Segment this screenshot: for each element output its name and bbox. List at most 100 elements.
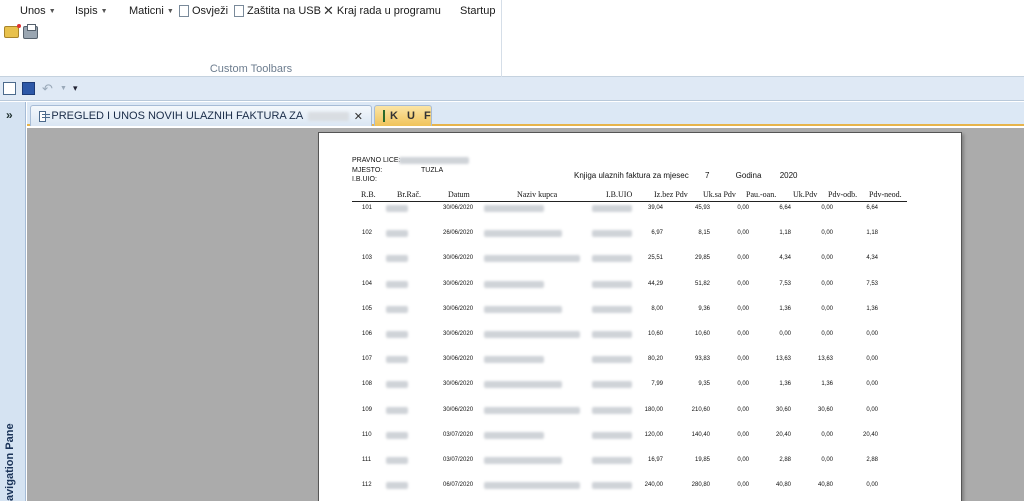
chevron-down-icon: ▼ <box>48 7 56 15</box>
menu-kraj-rada-button[interactable]: ✕ Kraj rada u programu <box>323 4 441 17</box>
printer-icon[interactable] <box>23 24 38 39</box>
chevron-down-icon: ▼ <box>166 7 174 15</box>
cell-uk-pdv: 2,88 <box>779 457 791 463</box>
undo-dropdown-icon[interactable]: ▼ <box>60 85 67 92</box>
pravno-lice-label: PRAVNO LICE: <box>352 157 401 164</box>
redacted-text <box>592 280 632 288</box>
cell-uk-pdv: 6,64 <box>779 205 791 211</box>
redacted-text <box>386 331 408 338</box>
menu-unos[interactable]: Unos ▼ <box>20 5 56 17</box>
table-row: 109 30/06/2020 180,00 210,60 0,00 30,60 30,60 0… <box>319 406 963 417</box>
cell-odb: 30,60 <box>817 406 833 413</box>
cell-sa-pdv: 9,36 <box>698 305 710 312</box>
report-year: 2020 <box>779 171 798 180</box>
menu-zastita-usb-button[interactable]: Zaštita na USB <box>234 5 321 17</box>
report-preview-area[interactable]: PRAVNO LICE: MJESTO: TUZLA I.B.UIO: Knji… <box>27 128 1024 501</box>
mjesto-label: MJESTO: <box>352 167 383 174</box>
cell-pau: 0,00 <box>737 205 749 211</box>
cell-pau: 0,00 <box>737 356 749 363</box>
col-pdv-neod: Pdv-neod. <box>869 190 902 199</box>
undo-icon[interactable]: ↶ <box>41 81 54 96</box>
tab-kuf[interactable]: K U F <box>374 105 432 126</box>
col-pau-oan: Pau.-oan. <box>746 190 777 199</box>
cell-uk-pdv: 7,53 <box>779 280 791 287</box>
cell-pau: 0,00 <box>737 381 749 388</box>
redacted-text <box>484 356 544 364</box>
cell-datum: 30/06/2020 <box>443 381 474 388</box>
redacted-text <box>484 255 580 263</box>
redacted-text <box>592 381 632 389</box>
cell-odb: 1,36 <box>821 381 833 388</box>
col-rb: R.B. <box>361 190 376 199</box>
mjesto-value: TUZLA <box>421 167 444 174</box>
menu-unos-label: Unos <box>20 5 46 17</box>
table-row: 103 30/06/2020 25,51 29,85 0,00 4,34 0,00 4,34 <box>319 255 963 265</box>
cell-odb: 0,00 <box>821 255 833 262</box>
report-title: Knjiga ulaznih faktura za mjesec 7 Godin… <box>574 171 797 180</box>
cell-sa-pdv: 8,15 <box>698 230 710 237</box>
menu-osvjezi-label: Osvježi <box>192 5 229 17</box>
cell-neod: 2,88 <box>866 457 878 463</box>
cell-odb: 0,00 <box>821 230 833 237</box>
cell-uk-pdv: 20,40 <box>775 431 791 438</box>
document-icon <box>234 5 244 17</box>
tab-pregled-ulaznih-faktura[interactable]: PREGLED I UNOS NOVIH ULAZNIH FAKTURA ZA … <box>30 105 372 126</box>
col-br-rac: Br.Rač. <box>397 190 421 199</box>
cell-sa-pdv: 280,80 <box>691 482 710 489</box>
table-row: 107 30/06/2020 80,20 93,83 0,00 13,63 13,63 0,0… <box>319 356 963 366</box>
cell-datum: 30/06/2020 <box>443 305 474 312</box>
cell-bez-pdv: 240,00 <box>644 482 663 489</box>
menu-ispis[interactable]: Ispis ▼ <box>75 5 108 17</box>
redacted-text <box>386 205 408 212</box>
cell-neod: 20,40 <box>862 431 878 438</box>
redacted-text <box>592 230 632 238</box>
menu-osvjezi-button[interactable]: Osvježi <box>179 5 228 17</box>
cell-datum: 30/06/2020 <box>443 331 474 337</box>
redacted-text <box>484 305 562 313</box>
menu-maticni[interactable]: Maticni ▼ <box>129 5 174 17</box>
ribbon-icon-row <box>4 24 38 39</box>
cell-rb: 107 <box>362 356 373 363</box>
navigation-pane[interactable]: » Navigation Pane <box>0 102 26 501</box>
redacted-text <box>484 381 562 389</box>
open-folder-icon[interactable] <box>4 24 21 38</box>
redacted-text <box>386 356 408 364</box>
customize-toolbar-icon[interactable]: ▾ <box>73 83 78 94</box>
cell-neod: 0,00 <box>866 406 878 413</box>
redacted-text <box>592 255 632 263</box>
form-icon <box>39 110 51 122</box>
group-label: Custom Toolbars <box>209 63 293 75</box>
cell-neod: 0,00 <box>866 331 878 337</box>
cell-pau: 0,00 <box>737 431 749 438</box>
close-icon[interactable]: ✕ <box>354 110 363 123</box>
cell-neod: 0,00 <box>866 356 878 363</box>
expand-chevrons-icon[interactable]: » <box>6 108 13 122</box>
cell-sa-pdv: 45,93 <box>694 205 710 211</box>
cell-bez-pdv: 10,60 <box>647 331 663 337</box>
cell-rb: 102 <box>362 230 373 237</box>
cell-datum: 30/06/2020 <box>443 255 474 262</box>
cell-datum: 30/06/2020 <box>443 406 474 413</box>
cell-bez-pdv: 25,51 <box>647 255 663 262</box>
navigation-pane-label: Navigation Pane <box>4 423 16 501</box>
cell-sa-pdv: 29,85 <box>694 255 710 262</box>
cell-bez-pdv: 120,00 <box>644 431 663 438</box>
cell-sa-pdv: 51,82 <box>694 280 710 287</box>
col-pdv-odb: Pdv-odb. <box>828 190 858 199</box>
cell-rb: 105 <box>362 305 373 312</box>
report-month: 7 <box>704 171 710 180</box>
menu-startup[interactable]: Startup <box>460 5 495 17</box>
ribbon-menu-row: Unos ▼ Ispis ▼ Maticni ▼ Osvježi Zaštita… <box>0 4 502 21</box>
cell-rb: 112 <box>362 482 372 489</box>
cell-bez-pdv: 8,00 <box>651 305 663 312</box>
cell-pau: 0,00 <box>737 280 749 287</box>
save-icon[interactable] <box>22 82 35 95</box>
col-datum: Datum <box>448 190 470 199</box>
cell-sa-pdv: 210,60 <box>691 406 710 413</box>
report-title-text: Knjiga ulaznih faktura za mjesec <box>574 171 689 180</box>
menu-maticni-label: Maticni <box>129 5 164 17</box>
cell-datum: 30/06/2020 <box>443 280 474 287</box>
redacted-text <box>592 305 632 313</box>
cell-sa-pdv: 10,60 <box>694 331 710 337</box>
view-icon[interactable] <box>3 82 16 95</box>
